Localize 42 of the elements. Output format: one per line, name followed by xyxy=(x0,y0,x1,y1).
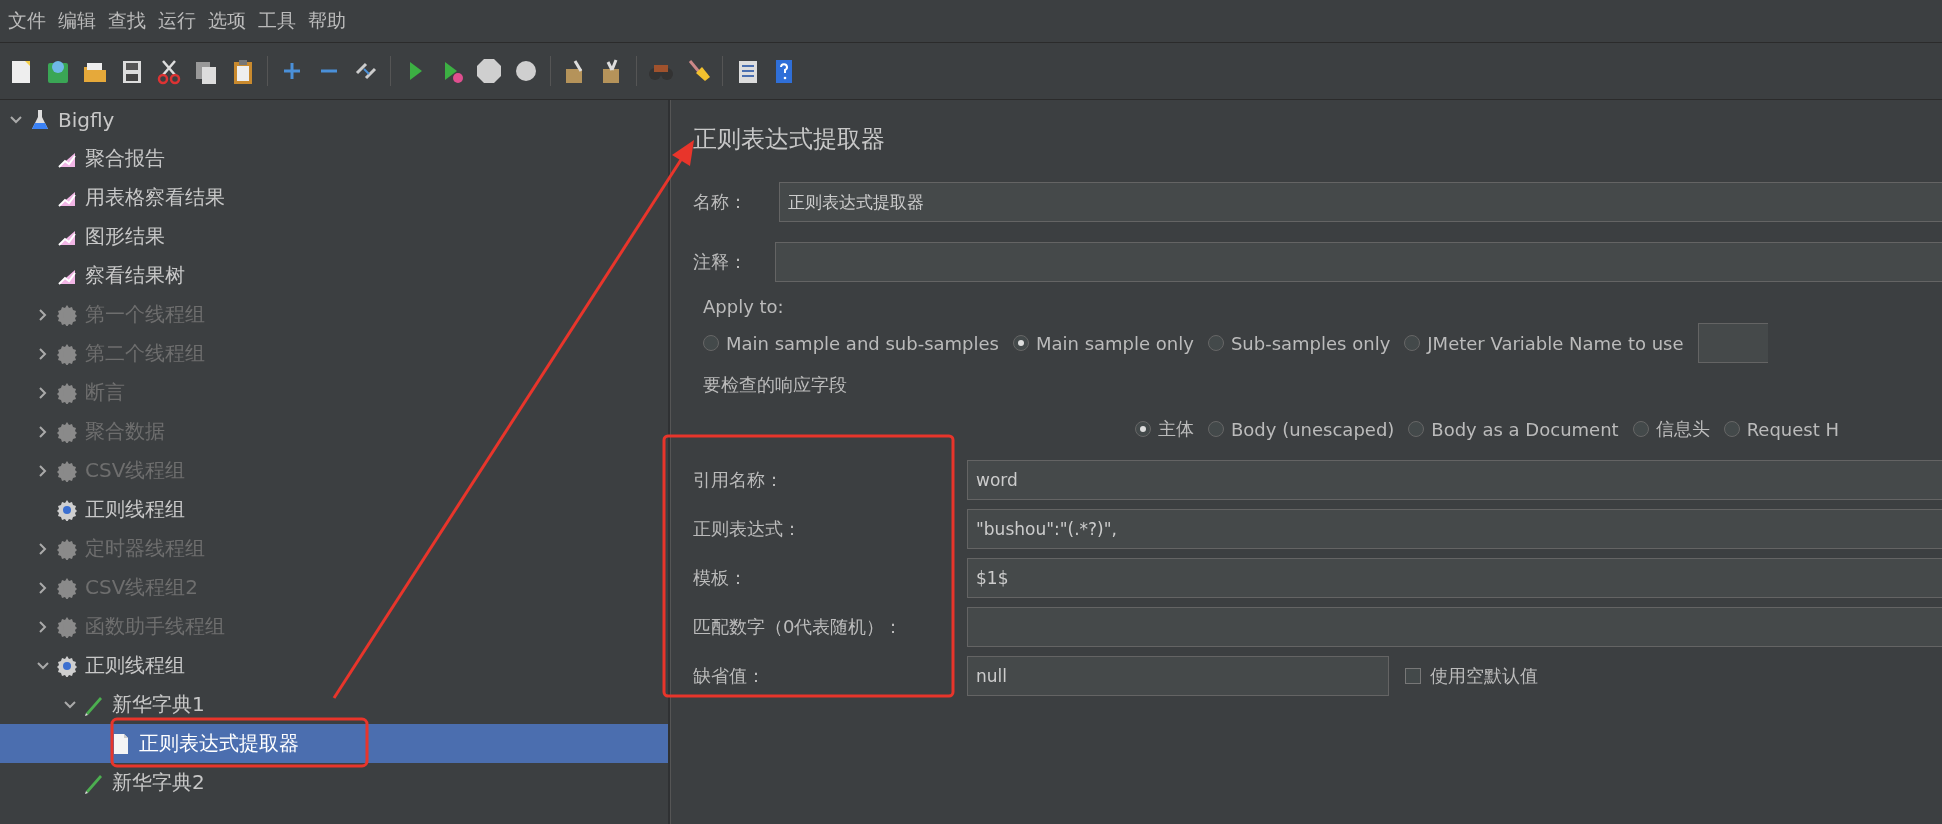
field-label: 匹配数字（0代表随机）： xyxy=(693,614,904,639)
menu-item[interactable]: 工具 xyxy=(256,8,298,34)
tree-item[interactable]: 察看结果树 xyxy=(85,262,185,289)
tree-item[interactable]: 正则表达式提取器 xyxy=(139,730,299,757)
radio-option[interactable]: Request H xyxy=(1723,418,1839,440)
tree-item[interactable]: Bigfly xyxy=(58,107,115,132)
tree-item[interactable]: 新华字典1 xyxy=(112,691,205,718)
field-label: 缺省值： xyxy=(693,663,766,688)
menu-item[interactable]: 运行 xyxy=(156,8,198,34)
radio-option[interactable]: Main sample and sub-samples xyxy=(703,332,999,354)
radio-option[interactable]: 主体 xyxy=(1135,417,1194,441)
menu-item[interactable]: 文件 xyxy=(6,8,48,34)
input-field[interactable]: $1$ xyxy=(967,557,1942,598)
menu-item[interactable]: 帮助 xyxy=(306,8,348,34)
input-field[interactable]: 正则表达式提取器 xyxy=(779,182,1942,222)
menu-item[interactable]: 选项 xyxy=(206,8,248,34)
menu-item[interactable]: 编辑 xyxy=(56,8,98,34)
input-field[interactable]: null xyxy=(967,655,1389,696)
field-label: 引用名称： xyxy=(693,467,784,492)
field-label: 正则表达式： xyxy=(693,516,802,541)
tree-item[interactable]: 用表格察看结果 xyxy=(85,184,225,211)
input-field[interactable]: word xyxy=(967,459,1942,500)
radio-option[interactable]: Main sample only xyxy=(1013,332,1194,354)
radio-option[interactable]: JMeter Variable Name to use xyxy=(1404,332,1684,354)
radio-option[interactable]: Body as a Document xyxy=(1408,418,1619,440)
tree-item[interactable]: 正则线程组 xyxy=(85,652,185,679)
radio-option[interactable]: 信息头 xyxy=(1632,417,1710,441)
tree-item[interactable]: 正则线程组 xyxy=(85,496,185,523)
section-label: 要检查的响应字段 xyxy=(703,373,848,397)
input-field[interactable]: "bushou":"(.*?)", xyxy=(967,508,1942,549)
tree-item[interactable]: 新华字典2 xyxy=(112,769,205,796)
field-label: 注释： xyxy=(693,250,748,274)
checkbox[interactable]: 使用空默认值 xyxy=(1405,663,1538,688)
field-label: 名称： xyxy=(693,190,748,214)
menu-item[interactable]: 查找 xyxy=(106,8,148,34)
panel-title: 正则表达式提取器 xyxy=(693,124,886,155)
tree-item[interactable]: 图形结果 xyxy=(85,223,165,250)
tree-item[interactable]: 聚合报告 xyxy=(85,145,165,172)
field-label: 模板： xyxy=(693,565,748,590)
radio-option[interactable]: Body (unescaped) xyxy=(1208,418,1395,440)
radio-option[interactable]: Sub-samples only xyxy=(1207,332,1391,354)
section-label: Apply to: xyxy=(703,296,785,317)
